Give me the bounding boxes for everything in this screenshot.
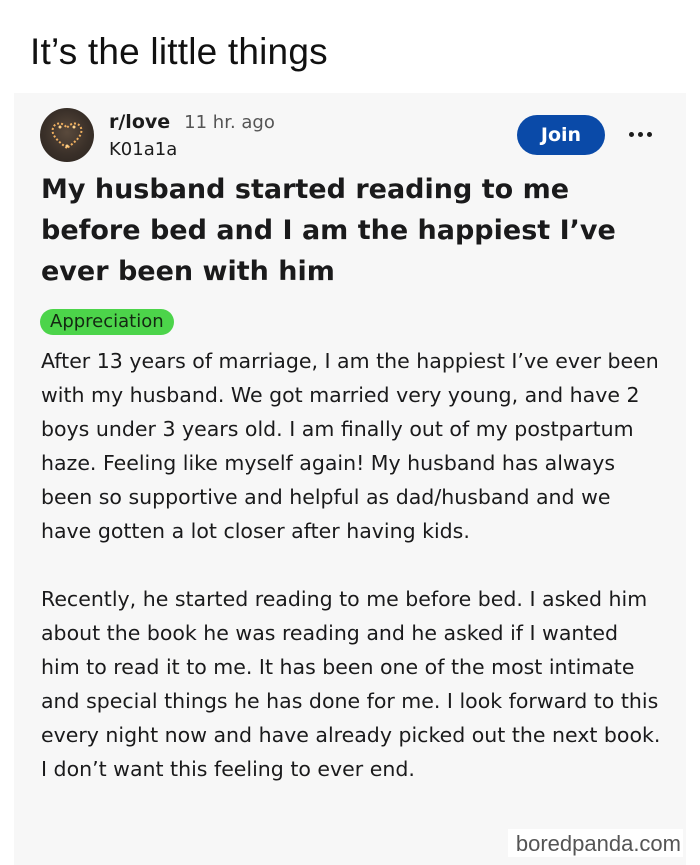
page-title: It’s the little things <box>30 31 328 72</box>
heart-lights-icon <box>51 122 83 150</box>
more-dot <box>646 131 652 137</box>
subreddit-link[interactable]: r/love <box>109 111 170 133</box>
post-time: 11 hr. ago <box>184 112 275 133</box>
watermark: boredpanda.com <box>507 829 683 857</box>
flair-badge[interactable]: Appreciation <box>40 309 174 335</box>
more-dot <box>628 131 634 137</box>
username-link[interactable]: K01a1a <box>109 139 275 161</box>
post-paragraph: Recently, he started reading to me befor… <box>41 587 661 781</box>
more-options-icon[interactable] <box>622 119 658 149</box>
more-dot <box>637 131 643 137</box>
post-card: r/love 11 hr. ago K01a1a Join My husband… <box>14 93 686 865</box>
post-body: After 13 years of marriage, I am the hap… <box>41 344 661 786</box>
join-button[interactable]: Join <box>517 115 605 155</box>
post-meta: r/love 11 hr. ago K01a1a <box>109 111 275 161</box>
post-paragraph: After 13 years of marriage, I am the hap… <box>41 349 659 543</box>
post-title[interactable]: My husband started reading to me before … <box>41 169 641 292</box>
avatar[interactable] <box>40 108 94 162</box>
